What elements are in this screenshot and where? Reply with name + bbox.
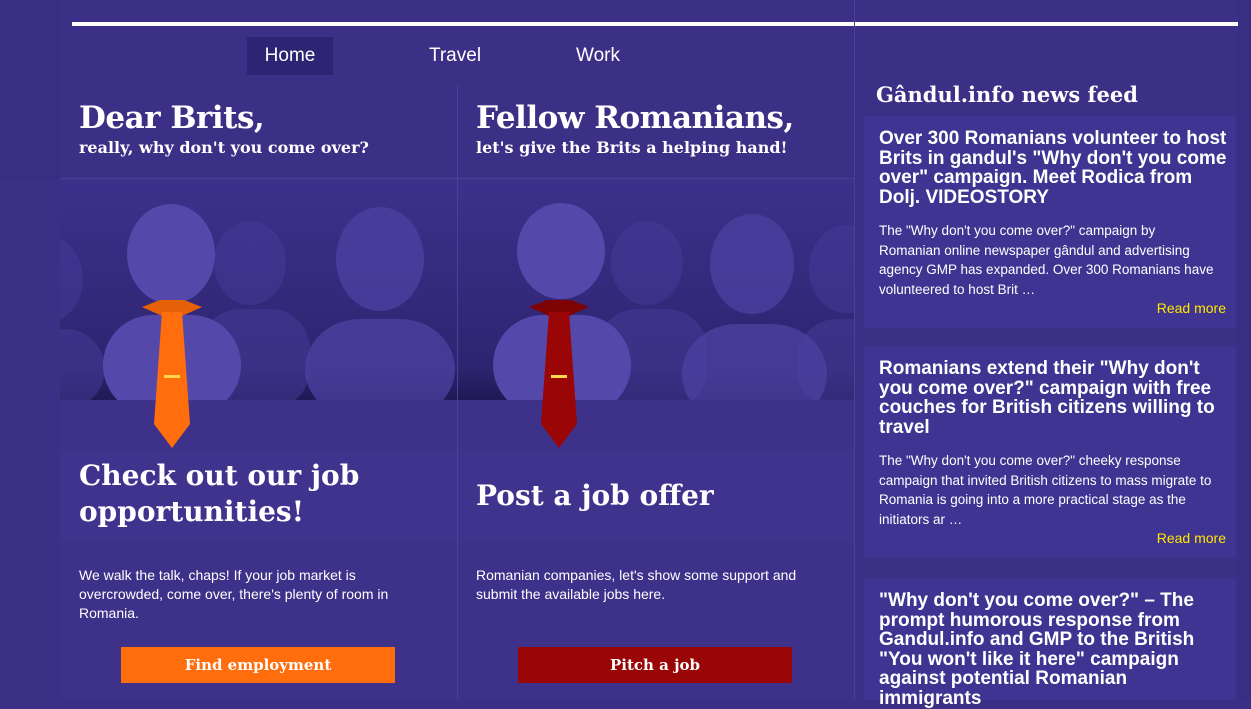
news-excerpt: The "Why don't you come over?" cheeky re… (879, 453, 1212, 527)
nav-work[interactable]: Work (553, 37, 643, 75)
romanians-description: Romanian companies, let's show some supp… (476, 567, 797, 602)
news-headline[interactable]: Over 300 Romanians volunteer to host Bri… (879, 129, 1229, 207)
news-item: Romanians extend their "Why don't you co… (864, 346, 1236, 558)
read-more-link[interactable]: Read more (1157, 300, 1226, 316)
red-tie-icon (529, 300, 589, 448)
crowd-silhouettes (60, 204, 455, 400)
crowd-illustration (60, 179, 457, 400)
pitch-a-job-button[interactable]: Pitch a job (518, 647, 792, 683)
header-rule (72, 22, 1238, 26)
news-feed-title: Gândul.info news feed (876, 82, 1138, 107)
romanians-headline: Fellow Romanians, (476, 100, 794, 136)
orange-tie-icon (142, 300, 202, 448)
crowd-illustration (457, 179, 854, 400)
background-band (0, 180, 60, 400)
brits-panel: Dear Brits, really, why don't you come o… (60, 86, 457, 700)
read-more-link[interactable]: Read more (1157, 530, 1226, 546)
scrollbar-track[interactable] (1238, 0, 1251, 700)
news-item: "Why don't you come over?" – The prompt … (864, 578, 1236, 708)
nav-home[interactable]: Home (247, 37, 333, 75)
column-divider (457, 86, 458, 700)
nav-travel[interactable]: Travel (405, 37, 505, 75)
brits-description: We walk the talk, chaps! If your job mar… (79, 567, 389, 621)
brits-cta-title: Check out our job opportunities! (79, 459, 360, 528)
brits-header: Dear Brits, really, why don't you come o… (60, 86, 457, 179)
find-employment-button[interactable]: Find employment (121, 647, 395, 683)
crowd-silhouettes (493, 203, 854, 400)
romanians-header: Fellow Romanians, let's give the Brits a… (457, 86, 854, 179)
romanians-panel: Fellow Romanians, let's give the Brits a… (457, 86, 854, 700)
news-excerpt: The "Why don't you come over?" campaign … (879, 223, 1214, 297)
news-item: Over 300 Romanians volunteer to host Bri… (864, 116, 1236, 328)
main-nav: Home Travel Work (247, 37, 643, 75)
news-headline[interactable]: Romanians extend their "Why don't you co… (879, 359, 1229, 437)
news-headline[interactable]: "Why don't you come over?" – The prompt … (879, 591, 1229, 708)
column-divider (854, 0, 855, 700)
brits-subheadline: really, why don't you come over? (79, 138, 369, 157)
romanians-cta-title: Post a job offer (476, 479, 714, 512)
romanians-subheadline: let's give the Brits a helping hand! (476, 138, 788, 157)
brits-headline: Dear Brits, (79, 100, 265, 136)
background-band (0, 0, 60, 180)
